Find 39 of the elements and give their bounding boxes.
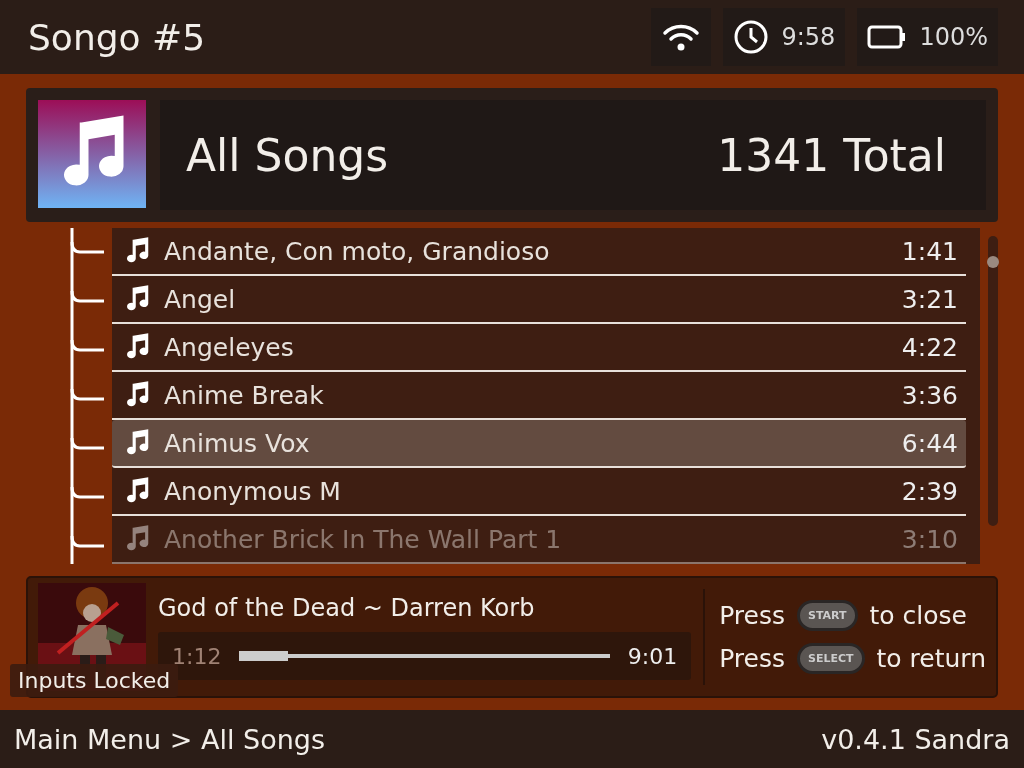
song-duration: 4:22 [901,332,958,362]
song-duration: 6:44 [901,428,958,458]
song-title: Angeleyes [164,332,295,362]
clock-time: 9:58 [781,23,836,51]
song-row[interactable]: Andante, Con moto, Grandioso 1:41 [112,228,966,276]
song-duration: 3:36 [901,380,958,410]
list-title: All Songs [186,129,389,181]
clock-icon [733,19,770,55]
song-duration: 1:41 [901,236,958,266]
song-title: Anime Break [164,380,325,410]
version-label: v0.4.1 Sandra [821,723,1010,755]
hint-text: to close [869,601,967,630]
song-row[interactable]: Another Brick In The Wall Part 1 3:10 [112,516,966,564]
inputs-locked-toast: Inputs Locked [10,664,179,697]
battery-icon [867,25,908,49]
controller-key: SELECT [796,643,865,674]
song-title: Anonymous M [164,476,342,506]
song-duration: 2:39 [901,476,958,506]
song-title: Angel [164,284,237,314]
hint-text: Press [719,644,785,673]
song-title: Animus Vox [164,428,311,458]
total-time: 9:01 [627,643,678,669]
app-title: Songo #5 [28,16,207,58]
controller-key: START [796,600,858,631]
hint-text: to return [876,644,986,673]
song-row[interactable]: Angeleyes 4:22 [112,324,966,372]
song-title: Andante, Con moto, Grandioso [164,236,551,266]
song-row[interactable]: Angel 3:21 [112,276,966,324]
song-count: 1341 Total [717,129,946,181]
song-duration: 3:21 [901,284,958,314]
song-title: Another Brick In The Wall Part 1 [164,524,563,554]
hint-text: Press [719,601,785,630]
song-row[interactable]: Anonymous M 2:39 [112,468,966,516]
battery-level: 100% [919,23,988,51]
scrollbar[interactable] [988,236,998,526]
song-duration: 3:10 [901,524,958,554]
song-row[interactable]: Animus Vox 6:44 [112,420,966,468]
breadcrumb: Main Menu > All Songs [14,723,325,755]
track-title: God of the Dead ~ Darren Korb [158,594,536,622]
